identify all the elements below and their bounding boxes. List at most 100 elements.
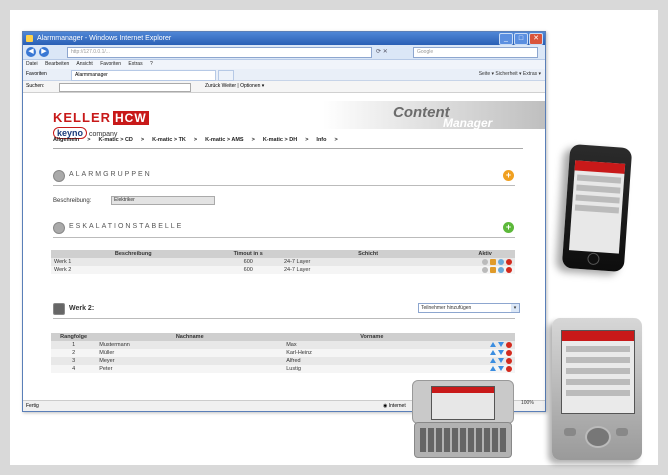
- delete-icon[interactable]: [506, 266, 512, 273]
- cell-nachname: Mustermann: [96, 341, 284, 349]
- window-titlebar: Alarmmanager - Windows Internet Explorer…: [23, 32, 545, 45]
- slider-phone-device-image: [412, 380, 520, 460]
- delete-icon[interactable]: [506, 258, 512, 265]
- move-down-icon[interactable]: [498, 342, 504, 348]
- cell-vorname: Max: [283, 341, 461, 349]
- zone-label: Internet: [388, 403, 406, 409]
- nav-kmatic-ams[interactable]: K-matic > AMS: [205, 137, 243, 147]
- nav-kmatic-dh[interactable]: K-matic > DH: [263, 137, 297, 147]
- beschreibung-label: Beschreibung:: [53, 198, 92, 204]
- url-field[interactable]: http://127.0.0.1/...: [67, 47, 372, 58]
- info-icon[interactable]: [498, 258, 504, 265]
- menu-extras[interactable]: Extras: [128, 61, 142, 67]
- delete-icon[interactable]: [506, 365, 512, 372]
- search-input[interactable]: Google: [413, 47, 538, 58]
- info-icon[interactable]: [498, 266, 504, 273]
- chevron-down-icon[interactable]: ▾: [511, 304, 519, 312]
- divider: [53, 185, 515, 186]
- menu-favoriten[interactable]: Favoriten: [100, 61, 121, 67]
- cell-vorname: Lustig: [283, 365, 461, 373]
- favorites-button[interactable]: Favoriten: [26, 71, 47, 77]
- cell-beschreibung: Werk 1: [51, 258, 216, 266]
- table-row[interactable]: 4 Peter Lustig: [51, 365, 515, 373]
- add-participant-select[interactable]: Teilnehmer hinzufügen ▾: [418, 303, 520, 313]
- edit-icon[interactable]: [490, 258, 496, 265]
- forward-icon[interactable]: ▶: [39, 47, 49, 57]
- nav-separator: >: [305, 137, 309, 143]
- new-tab-button[interactable]: [218, 70, 234, 81]
- add-icon[interactable]: +: [503, 170, 514, 181]
- nav-separator: >: [193, 137, 198, 143]
- move-up-icon[interactable]: [490, 342, 496, 348]
- move-up-icon[interactable]: [490, 366, 496, 372]
- pda-key-icon: [564, 428, 576, 436]
- cell-rang: 1: [51, 341, 97, 349]
- page-content: Content Manager KELLER HCW keyno company …: [23, 101, 545, 401]
- zoom-level[interactable]: 100%: [521, 400, 534, 406]
- command-bar[interactable]: Seite ▾ Sicherheit ▾ Extras ▾: [479, 69, 541, 80]
- alarm-group-icon: [53, 170, 65, 182]
- nav-separator: >: [140, 137, 145, 143]
- cell-beschreibung: Werk 2: [51, 266, 216, 274]
- delete-icon[interactable]: [506, 349, 512, 356]
- keyboard-icon: [414, 422, 512, 458]
- menu-bearbeiten[interactable]: Bearbeiten: [45, 61, 69, 67]
- move-down-icon[interactable]: [498, 358, 504, 364]
- delete-icon[interactable]: [506, 357, 512, 364]
- move-down-icon[interactable]: [498, 366, 504, 372]
- col-rangfolge: Rangfolge: [51, 333, 97, 341]
- select-value: Teilnehmer hinzufügen: [421, 305, 472, 311]
- home-button-icon: [587, 252, 600, 266]
- menu-ansicht[interactable]: Ansicht: [76, 61, 92, 67]
- find-bar: Suchen: Zurück Weiter | Optionen ▾: [23, 81, 545, 93]
- nav-allgemein[interactable]: Allgemein: [53, 137, 79, 147]
- refresh-icon[interactable]: ⟳ ✕: [376, 48, 388, 55]
- delete-icon[interactable]: [506, 341, 512, 348]
- browser-tab[interactable]: Alarmmanager: [71, 70, 216, 81]
- cell-schicht: 24-7 Layer: [280, 258, 456, 266]
- pda-screen: [561, 330, 635, 414]
- worker-icon: [53, 303, 65, 315]
- nav-kmatic-cd[interactable]: K-matic > CD: [99, 137, 133, 147]
- nav-divider: [53, 148, 523, 149]
- ie-icon: [26, 35, 33, 42]
- favorites-bar: Favoriten Alarmmanager Seite ▾ Sicherhei…: [23, 69, 545, 81]
- col-schicht: Schicht: [280, 250, 456, 258]
- table-row[interactable]: 2 Müller Karl-Heinz: [51, 349, 515, 357]
- table-row[interactable]: 1 Mustermann Max: [51, 341, 515, 349]
- banner-manager: Manager: [443, 116, 493, 130]
- active-checkbox[interactable]: [482, 258, 488, 265]
- close-button[interactable]: ✕: [529, 33, 543, 45]
- menu-datei[interactable]: Datei: [26, 61, 38, 67]
- find-input[interactable]: [59, 83, 191, 92]
- menu-bar: Datei Bearbeiten Ansicht Favoriten Extra…: [23, 60, 545, 69]
- brand-logo: KELLER HCW keyno company: [53, 109, 149, 139]
- menu-help[interactable]: ?: [150, 61, 153, 67]
- table-row[interactable]: Werk 2 600 24-7 Layer: [51, 266, 515, 274]
- edit-icon[interactable]: [490, 266, 496, 273]
- maximize-button[interactable]: □: [514, 33, 528, 45]
- move-up-icon[interactable]: [490, 350, 496, 356]
- logo-keller: KELLER: [53, 110, 111, 125]
- find-options[interactable]: Zurück Weiter | Optionen ▾: [205, 81, 264, 92]
- nav-kmatic-tk[interactable]: K-matic > TK: [152, 137, 186, 147]
- content-manager-banner: Content Manager: [323, 101, 545, 130]
- smartphone-device-image: [561, 143, 633, 273]
- add-icon[interactable]: +: [503, 222, 514, 233]
- table-row[interactable]: Werk 1 600 24-7 Layer: [51, 258, 515, 266]
- table-header: Rangfolge Nachname Vorname: [51, 333, 515, 341]
- table-row[interactable]: 3 Meyer Alfred: [51, 357, 515, 365]
- col-beschreibung: Beschreibung: [51, 250, 216, 258]
- active-checkbox[interactable]: [482, 266, 488, 273]
- back-icon[interactable]: ◀: [26, 47, 36, 57]
- beschreibung-field[interactable]: Elektriker: [111, 196, 215, 205]
- status-text: Fertig: [26, 403, 39, 409]
- move-up-icon[interactable]: [490, 358, 496, 364]
- nav-info[interactable]: Info: [316, 137, 326, 147]
- globe-icon: ◉: [383, 403, 388, 409]
- minimize-button[interactable]: _: [499, 33, 513, 45]
- dpad-icon: [585, 426, 611, 448]
- nav-separator: >: [251, 137, 255, 143]
- move-down-icon[interactable]: [498, 350, 504, 356]
- cell-nachname: Meyer: [96, 357, 284, 365]
